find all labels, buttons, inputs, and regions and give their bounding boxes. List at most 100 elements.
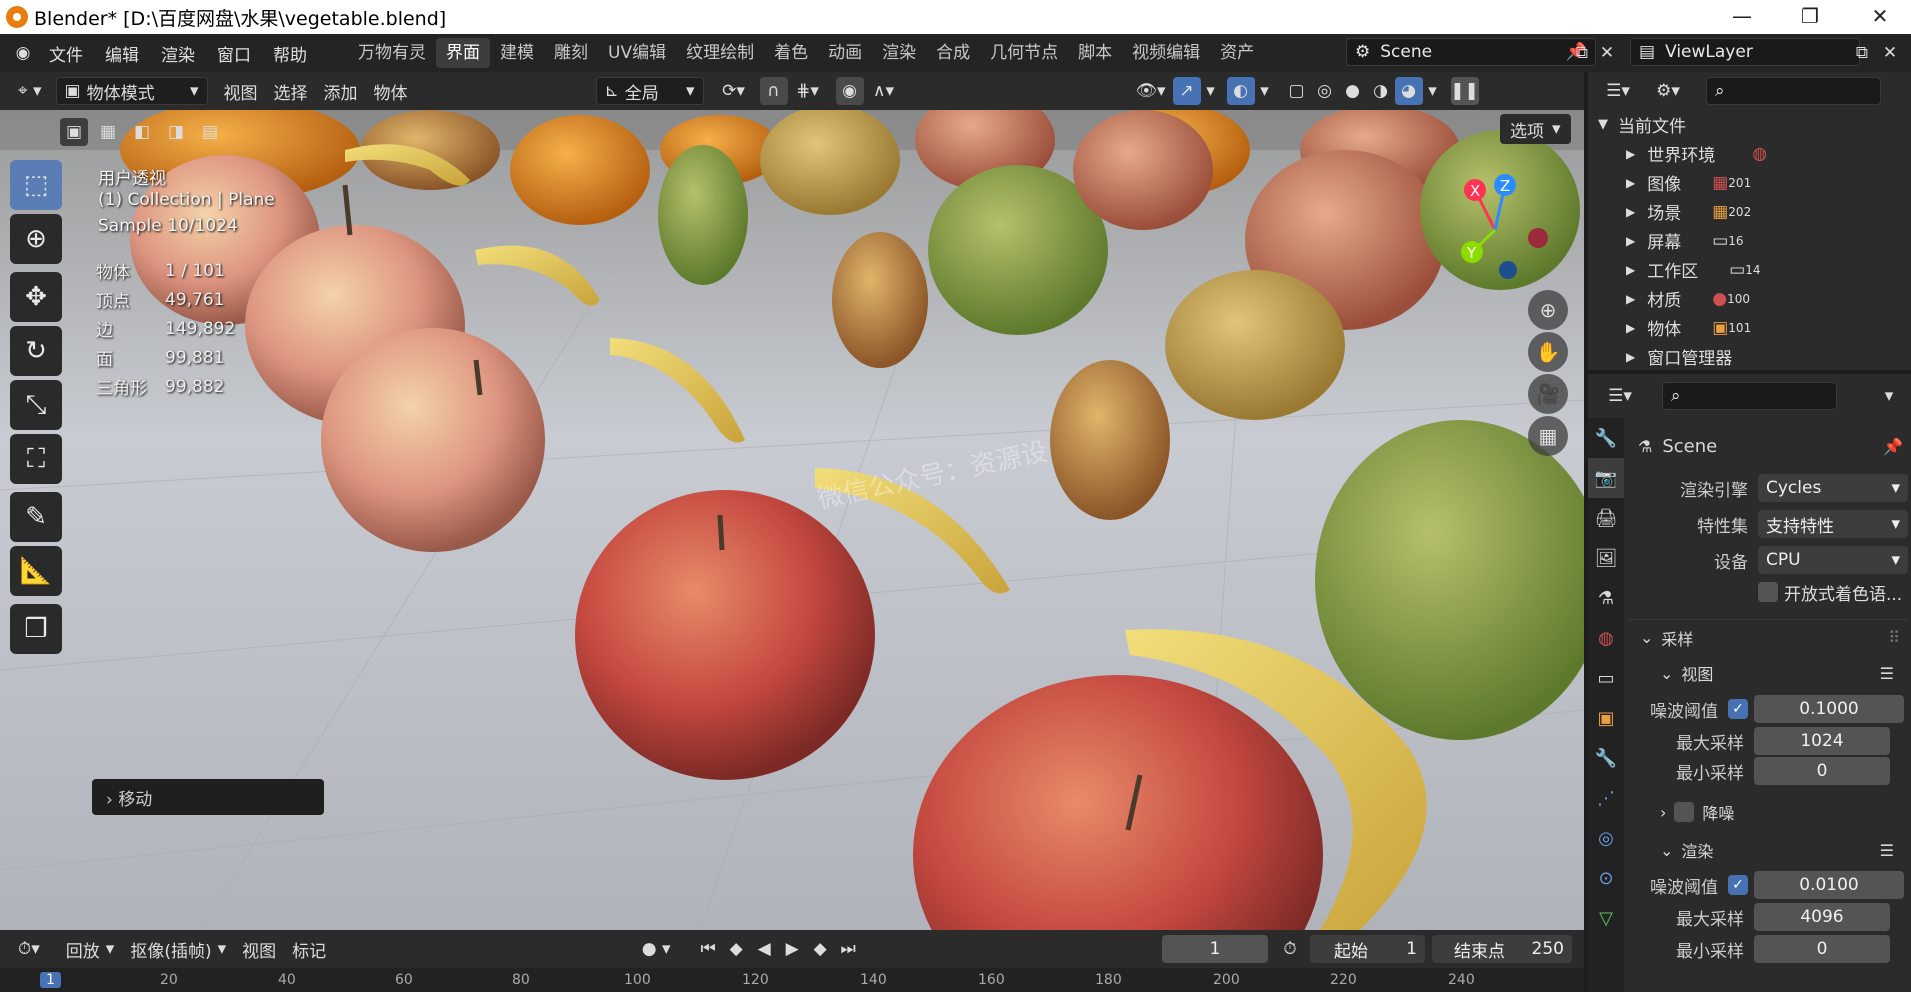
viewport-min-samples-field[interactable]: 0: [1754, 757, 1890, 785]
feature-set-dropdown[interactable]: 支持特性 ▾: [1758, 510, 1908, 538]
outliner-item-window-managers[interactable]: ▶ 窗口管理器: [1588, 342, 1911, 371]
jump-end-icon[interactable]: ⏭: [834, 935, 862, 963]
tab-uv-editing[interactable]: UV编辑: [598, 38, 676, 68]
snap-target-icon[interactable]: ⋕▾: [788, 77, 828, 105]
device-dropdown[interactable]: CPU ▾: [1758, 546, 1908, 574]
keying-menu[interactable]: 抠像(插帧) ▾: [122, 935, 234, 963]
menu-file[interactable]: 文件: [38, 41, 94, 66]
material-shading-icon[interactable]: ◑: [1367, 77, 1395, 105]
render-noise-threshold-field[interactable]: 0.0100: [1754, 871, 1904, 899]
drag-handle-icon[interactable]: ⠿: [1888, 628, 1900, 647]
viewlayer-selector[interactable]: ▤ ViewLayer: [1630, 38, 1860, 66]
render-tab-icon[interactable]: 📷: [1588, 458, 1624, 498]
presets-list-icon[interactable]: ☰: [1880, 664, 1894, 683]
auto-keying-icon[interactable]: ● ▾: [634, 935, 678, 963]
maximize-button[interactable]: ❐: [1773, 0, 1847, 34]
properties-editor-icon[interactable]: ☰▾: [1598, 382, 1642, 410]
timeline-view-menu[interactable]: 视图: [234, 935, 284, 963]
blender-menu-icon[interactable]: ◉: [8, 39, 38, 67]
editor-type-icon[interactable]: ⌖ ▾: [10, 77, 50, 105]
navigation-gizmo[interactable]: X Z Y: [1420, 170, 1570, 280]
render-engine-dropdown[interactable]: Cycles ▾: [1758, 474, 1908, 502]
menu-window[interactable]: 窗口: [206, 41, 262, 66]
falloff-icon[interactable]: ∧▾: [864, 77, 904, 105]
select-extend-icon[interactable]: ▦: [94, 118, 122, 146]
select-intersect-icon[interactable]: ▤: [196, 118, 224, 146]
pan-hand-icon[interactable]: ✋: [1528, 332, 1568, 372]
transform-orientation-dropdown[interactable]: ⊾ 全局 ▾: [595, 77, 704, 105]
noise-threshold-checkbox[interactable]: ✓: [1728, 699, 1748, 719]
render-max-samples-field[interactable]: 4096: [1754, 903, 1890, 931]
select-invert-icon[interactable]: ◨: [162, 118, 190, 146]
menu-render[interactable]: 渲染: [150, 41, 206, 66]
play-reverse-icon[interactable]: ◀: [750, 935, 778, 963]
chevron-down-icon[interactable]: ▾: [1201, 77, 1221, 105]
overlays-toggle-icon[interactable]: ◐: [1226, 77, 1255, 105]
current-frame-marker[interactable]: 1: [40, 972, 61, 988]
outliner-item-screens[interactable]: ▶ 屏幕 ▭ 16: [1588, 226, 1911, 255]
select-subtract-icon[interactable]: ◧: [128, 118, 156, 146]
tab-shading[interactable]: 着色: [764, 38, 818, 68]
options-dropdown[interactable]: 选项 ▾: [1500, 114, 1571, 144]
tab-texture-paint[interactable]: 纹理绘制: [676, 38, 764, 68]
camera-view-icon[interactable]: 🎥: [1528, 374, 1568, 414]
solid-shading-icon[interactable]: ●: [1339, 77, 1367, 105]
menu-add[interactable]: 添加: [316, 77, 366, 105]
perspective-toggle-icon[interactable]: ▦: [1528, 416, 1568, 456]
menu-object[interactable]: 物体: [366, 77, 416, 105]
move-tool-icon[interactable]: ✥: [10, 272, 62, 322]
properties-search-input[interactable]: ⌕: [1662, 382, 1837, 410]
timeline-ruler[interactable]: 1 20 40 60 80 100 120 140 160 180 200 22…: [0, 968, 1584, 992]
view-layer-tab-icon[interactable]: 🖼: [1588, 538, 1624, 578]
output-tab-icon[interactable]: 🖨: [1588, 498, 1624, 538]
pause-render-icon[interactable]: ❚❚: [1450, 77, 1479, 105]
render-min-samples-field[interactable]: 0: [1754, 935, 1890, 963]
play-icon[interactable]: ▶: [778, 935, 806, 963]
tab-geometry-nodes[interactable]: 几何节点: [980, 38, 1068, 68]
playback-menu[interactable]: 回放 ▾: [58, 935, 123, 963]
presets-list-icon[interactable]: ☰: [1880, 841, 1894, 860]
gizmo-toggle-icon[interactable]: ↗: [1172, 77, 1201, 105]
3d-viewport[interactable]: 微信公众号：资源设 ⬚ ⊕ ✥ ↻ ⤡ ⛶ ✎ 📐 ❒ ▣ ▦ ◧ ◨ ▤ 用户…: [0, 110, 1584, 930]
outliner-item-objects[interactable]: ▶ 物体 ▣ 101: [1588, 313, 1911, 342]
jump-start-icon[interactable]: ⏮: [694, 935, 722, 963]
viewport-subsection-header[interactable]: ⌄ 视图 ☰: [1628, 655, 1908, 691]
scene-tab-icon[interactable]: ⚗: [1588, 578, 1624, 618]
chevron-down-icon[interactable]: ▾: [1875, 382, 1903, 410]
measure-tool-icon[interactable]: 📐: [10, 546, 62, 596]
tab-animation[interactable]: 动画: [818, 38, 872, 68]
viewport-noise-threshold-field[interactable]: 0.1000: [1754, 695, 1904, 723]
menu-help[interactable]: 帮助: [262, 41, 318, 66]
tab-modeling[interactable]: 建模: [490, 38, 544, 68]
new-scene-icon[interactable]: ⧉: [1568, 39, 1596, 67]
minimize-button[interactable]: —: [1705, 0, 1779, 34]
tool-tab-icon[interactable]: 🔧: [1588, 418, 1624, 458]
outliner-search-input[interactable]: ⌕: [1706, 77, 1881, 105]
snap-icon[interactable]: ∩: [759, 77, 788, 105]
world-tab-icon[interactable]: ◍: [1588, 618, 1624, 658]
scale-tool-icon[interactable]: ⤡: [10, 380, 62, 430]
select-box-tool-icon[interactable]: ⬚: [10, 160, 62, 210]
outliner-item-images[interactable]: ▶ 图像 ▦ 201: [1588, 168, 1911, 197]
render-subsection-header[interactable]: ⌄ 渲染 ☰: [1628, 832, 1908, 868]
timeline-editor-icon[interactable]: ⏱▾: [10, 935, 48, 963]
prev-keyframe-icon[interactable]: ◆: [722, 935, 750, 963]
outliner-editor-icon[interactable]: ☰▾: [1596, 77, 1640, 105]
cursor-tool-icon[interactable]: ⊕: [10, 214, 62, 264]
proportional-edit-icon[interactable]: ◉: [835, 77, 864, 105]
close-button[interactable]: ✕: [1843, 0, 1911, 34]
transform-tool-icon[interactable]: ⛶: [10, 434, 62, 484]
wireframe-shading-icon[interactable]: ◎: [1311, 77, 1339, 105]
chevron-down-icon[interactable]: ▾: [1255, 77, 1275, 105]
outliner-item-materials[interactable]: ▶ 材质 ● 100: [1588, 284, 1911, 313]
denoise-subsection-header[interactable]: › 降噪: [1628, 796, 1908, 828]
zoom-icon[interactable]: ⊕: [1528, 290, 1568, 330]
outliner-item-workspaces[interactable]: ▶ 工作区 ▭ 14: [1588, 255, 1911, 284]
osl-checkbox[interactable]: [1758, 582, 1778, 602]
outliner-item-scenes[interactable]: ▶ 场景 ▦ 202: [1588, 197, 1911, 226]
rotate-tool-icon[interactable]: ↻: [10, 326, 62, 376]
end-frame-field[interactable]: 结束点 250: [1432, 935, 1572, 963]
xray-toggle-icon[interactable]: ▢: [1283, 77, 1311, 105]
delete-scene-icon[interactable]: ✕: [1593, 39, 1621, 67]
preview-range-icon[interactable]: ⏱: [1276, 935, 1304, 963]
